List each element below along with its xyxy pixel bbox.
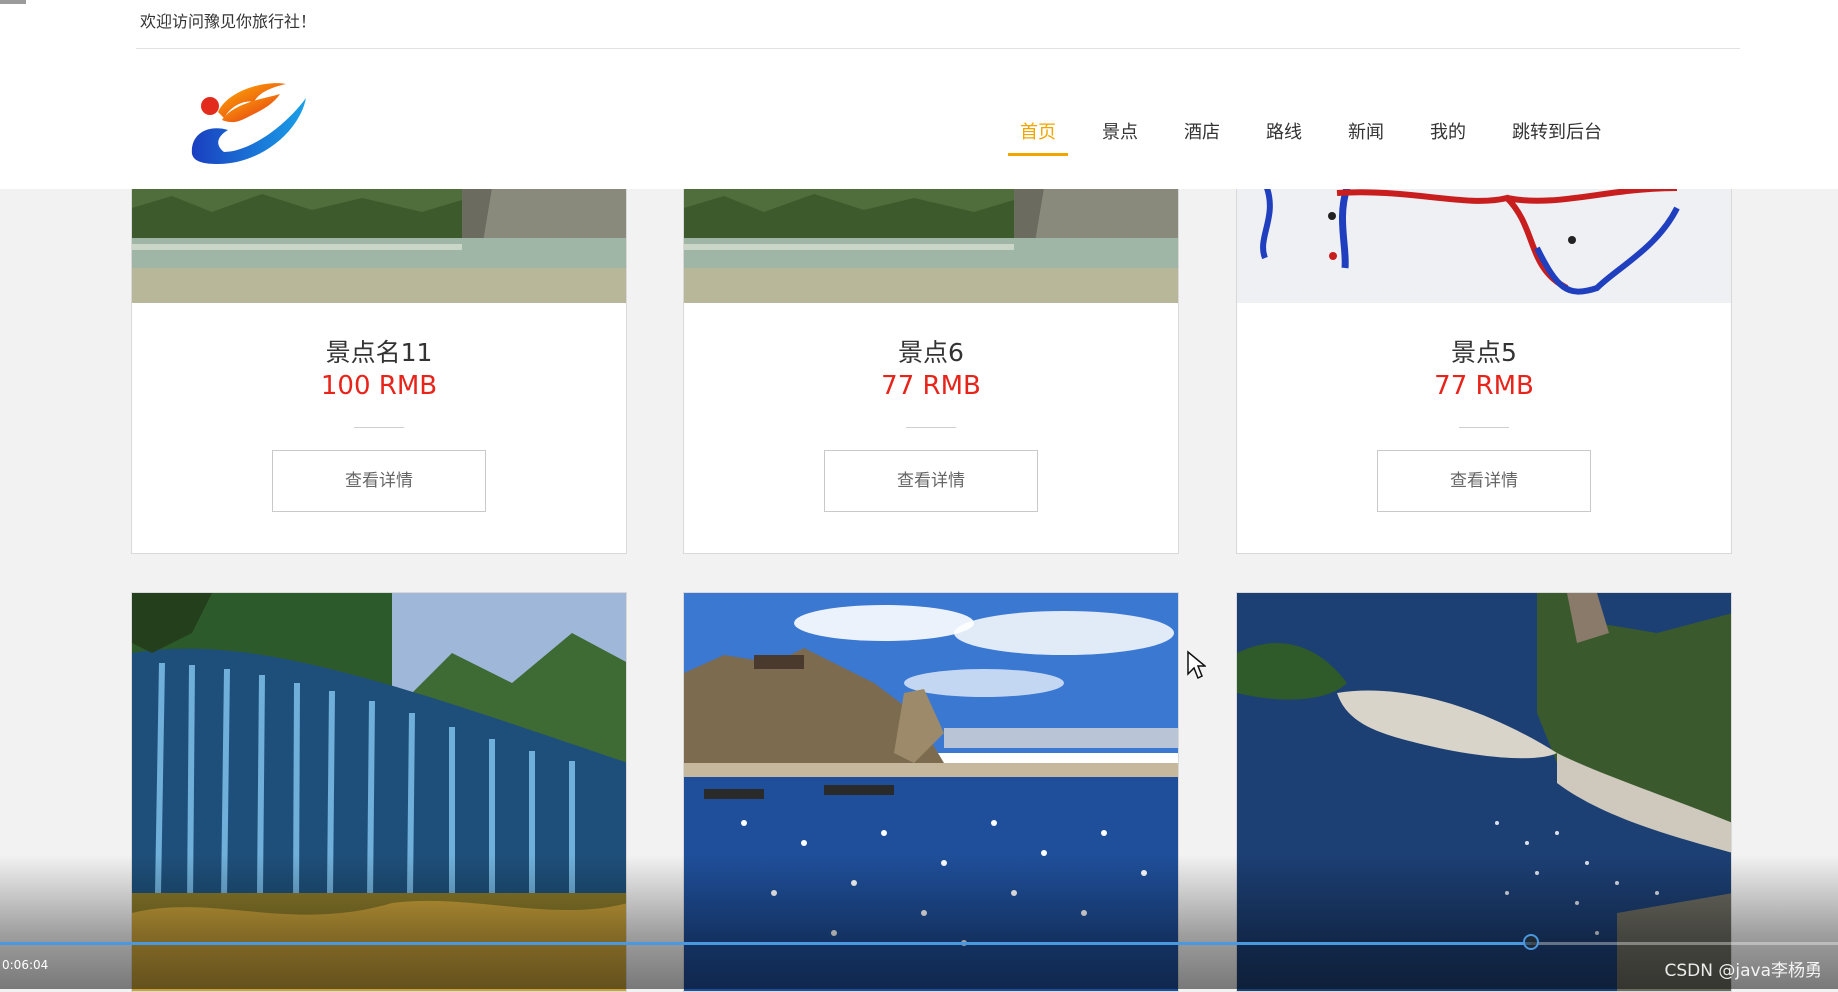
nav-attractions[interactable]: 景点: [1102, 112, 1138, 156]
video-progress-fill: [0, 942, 1532, 945]
nav-news[interactable]: 新闻: [1348, 112, 1384, 156]
video-progress-handle[interactable]: [1523, 934, 1540, 950]
attraction-title: 景点名11: [325, 338, 433, 367]
attraction-image[interactable]: [132, 188, 626, 303]
main-nav: 首页 景点 酒店 路线 新闻 我的 跳转到后台: [1008, 112, 1648, 156]
attraction-card-1: 景点名11 100 RMB 查看详情: [131, 187, 627, 554]
attraction-card-3: 景点5 77 RMB 查看详情: [1236, 187, 1732, 554]
mouse-cursor-icon: [1187, 650, 1206, 680]
card-divider: [354, 427, 404, 428]
view-details-button[interactable]: 查看详情: [1377, 450, 1591, 512]
site-header: 欢迎访问豫见你旅行社！ 首页 景点 酒店 路线 新闻 我的 跳转到后台: [0, 0, 1838, 189]
video-time: 0:06:04: [2, 958, 49, 972]
header-divider: [136, 48, 1740, 49]
welcome-text: 欢迎访问豫见你旅行社！: [140, 12, 317, 31]
view-details-button[interactable]: 查看详情: [272, 450, 486, 512]
nav-routes[interactable]: 路线: [1266, 112, 1302, 156]
corner-mark: [0, 0, 26, 4]
attraction-price: 100 RMB: [320, 371, 438, 401]
nav-admin[interactable]: 跳转到后台: [1512, 112, 1602, 156]
attraction-image[interactable]: [684, 188, 1178, 303]
nav-home[interactable]: 首页: [1008, 112, 1068, 156]
attraction-card-2: 景点6 77 RMB 查看详情: [683, 187, 1179, 554]
card-divider: [906, 427, 956, 428]
video-controls-shade: [0, 855, 1838, 989]
logo-icon[interactable]: [188, 72, 314, 168]
card-divider: [1459, 427, 1509, 428]
attraction-price: 77 RMB: [1434, 371, 1534, 401]
attraction-title: 景点6: [898, 338, 964, 367]
attraction-title: 景点5: [1451, 338, 1517, 367]
nav-hotels[interactable]: 酒店: [1184, 112, 1220, 156]
view-details-button[interactable]: 查看详情: [824, 450, 1038, 512]
video-progress-bar[interactable]: [0, 934, 1838, 950]
nav-mine[interactable]: 我的: [1430, 112, 1466, 156]
attraction-price: 77 RMB: [881, 371, 981, 401]
attraction-image[interactable]: [1237, 188, 1731, 303]
watermark: CSDN @java李杨勇: [1664, 961, 1823, 981]
